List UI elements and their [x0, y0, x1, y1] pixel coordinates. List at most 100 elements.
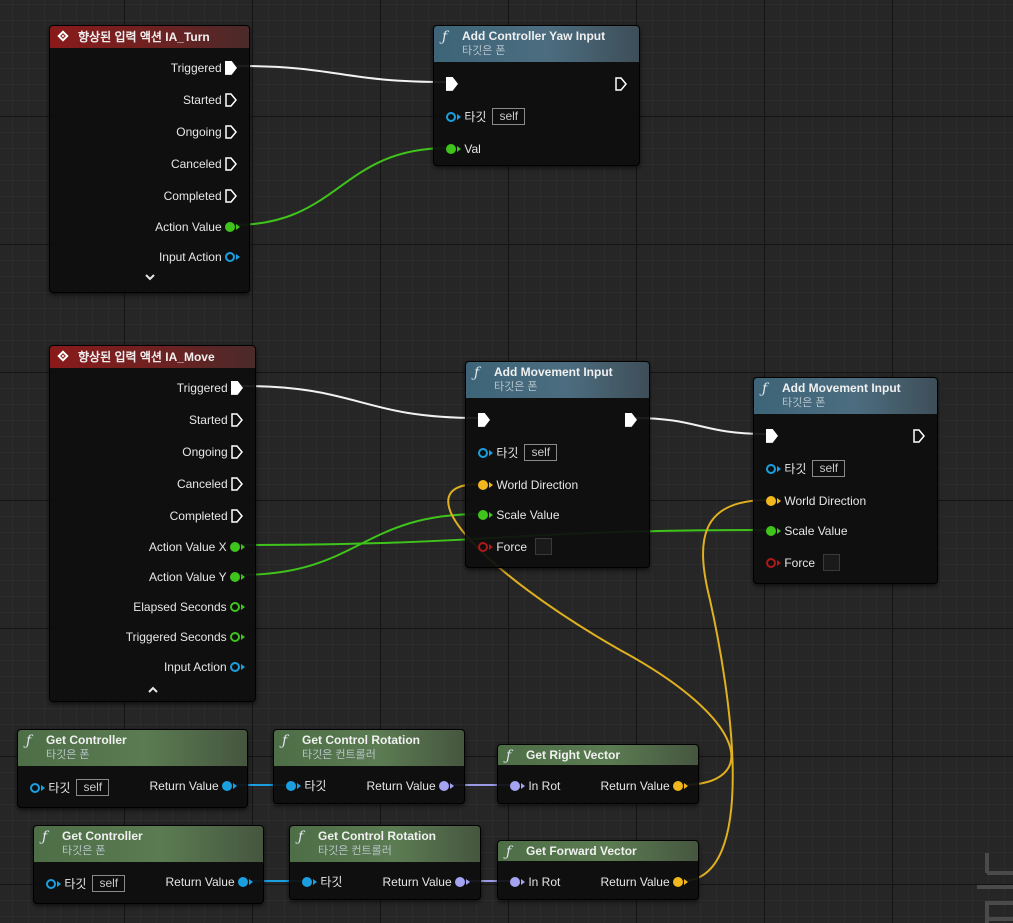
object-pin-icon[interactable]: [222, 780, 232, 791]
function-node-add-movement-input-1[interactable]: ƒ Add Movement Input 타깃은 폰 타깃 self World …: [465, 361, 650, 568]
target-self-field[interactable]: self: [492, 108, 526, 126]
float-pin-icon[interactable]: [230, 571, 240, 582]
float-pin-icon[interactable]: [230, 541, 240, 552]
pure-node-get-controller-1[interactable]: ƒ Get Controller 타깃은 폰 타깃 self Return Val…: [17, 729, 248, 808]
object-pin-icon[interactable]: [30, 782, 40, 793]
pin-exec-out[interactable]: [615, 74, 627, 92]
float-pin-icon[interactable]: [766, 525, 776, 536]
chevron-up-icon[interactable]: [147, 684, 159, 698]
rotator-pin-icon[interactable]: [510, 876, 520, 887]
pure-node-get-forward-vector[interactable]: ƒ Get Forward Vector In Rot Return Value: [497, 840, 699, 900]
vector-pin-icon[interactable]: [673, 780, 683, 791]
pin-triggered[interactable]: Triggered: [171, 58, 237, 76]
float-pin-icon[interactable]: [230, 631, 240, 642]
pin-in-rot[interactable]: In Rot: [510, 872, 560, 890]
pin-input-action[interactable]: Input Action: [159, 247, 240, 265]
float-pin-icon[interactable]: [478, 509, 488, 520]
pin-in-rot[interactable]: In Rot: [510, 776, 560, 794]
pin-elapsed-seconds[interactable]: Elapsed Seconds: [133, 597, 245, 615]
exec-pin-hollow-icon[interactable]: [231, 477, 243, 491]
vector-pin-icon[interactable]: [478, 479, 488, 490]
exec-pin-hollow-icon[interactable]: [231, 445, 243, 459]
pin-triggered-seconds[interactable]: Triggered Seconds: [126, 627, 245, 645]
pin-canceled[interactable]: Canceled: [177, 474, 243, 492]
vector-pin-icon[interactable]: [673, 876, 683, 887]
pin-completed[interactable]: Completed: [170, 506, 243, 524]
pin-val[interactable]: Val: [446, 139, 481, 157]
pin-input-action[interactable]: Input Action: [164, 657, 245, 675]
exec-pin-hollow-icon[interactable]: [231, 509, 243, 523]
function-node-add-movement-input-2[interactable]: ƒ Add Movement Input 타깃은 폰 타깃 self World …: [753, 377, 938, 584]
pin-scale-value[interactable]: Scale Value: [478, 505, 560, 523]
target-self-field[interactable]: self: [76, 779, 110, 797]
pin-world-direction[interactable]: World Direction: [766, 491, 866, 509]
pure-node-get-control-rotation-1[interactable]: ƒ Get Control Rotation 타깃은 컨트롤러 타깃 Retur…: [273, 729, 465, 804]
object-pin-icon[interactable]: [446, 111, 456, 122]
force-checkbox[interactable]: [535, 538, 553, 556]
pin-completed[interactable]: Completed: [164, 186, 237, 204]
pin-world-direction[interactable]: World Direction: [478, 475, 578, 493]
function-node-add-controller-yaw-input[interactable]: ƒ Add Controller Yaw Input 타깃은 폰 타깃 self …: [433, 25, 640, 166]
pin-target[interactable]: 타깃 self: [446, 107, 526, 126]
pin-target[interactable]: 타깃 self: [766, 459, 846, 478]
pin-triggered[interactable]: Triggered: [177, 378, 243, 396]
object-pin-icon[interactable]: [478, 447, 488, 458]
pin-canceled[interactable]: Canceled: [171, 154, 237, 172]
pin-action-value[interactable]: Action Value: [155, 217, 240, 235]
pure-node-get-control-rotation-2[interactable]: ƒ Get Control Rotation 타깃은 컨트롤러 타깃 Retur…: [289, 825, 481, 900]
pin-target[interactable]: 타깃 self: [30, 778, 110, 797]
pure-node-get-controller-2[interactable]: ƒ Get Controller 타깃은 폰 타깃 self Return Val…: [33, 825, 264, 904]
target-self-field[interactable]: self: [92, 875, 126, 893]
pin-return-value[interactable]: Return Value: [367, 776, 454, 794]
object-pin-icon[interactable]: [286, 780, 296, 791]
bool-pin-icon[interactable]: [766, 557, 776, 568]
exec-pin-hollow-icon[interactable]: [913, 429, 925, 443]
pin-target[interactable]: 타깃: [302, 872, 342, 890]
exec-pin-icon[interactable]: [225, 60, 237, 75]
force-checkbox[interactable]: [823, 554, 841, 572]
object-pin-icon[interactable]: [766, 463, 776, 474]
object-pin-icon[interactable]: [230, 661, 240, 672]
float-pin-icon[interactable]: [446, 143, 456, 154]
exec-pin-icon[interactable]: [766, 428, 778, 443]
exec-pin-hollow-icon[interactable]: [225, 189, 237, 203]
pin-target[interactable]: 타깃 self: [478, 443, 558, 462]
event-node-ia-turn[interactable]: 향상된 입력 액션 IA_Turn Triggered Started Ongo…: [49, 25, 250, 293]
pin-return-value[interactable]: Return Value: [150, 776, 237, 794]
rotator-pin-icon[interactable]: [439, 780, 449, 791]
float-pin-icon[interactable]: [225, 221, 235, 232]
pin-action-value-y[interactable]: Action Value Y: [149, 567, 245, 585]
exec-pin-hollow-icon[interactable]: [225, 125, 237, 139]
pin-return-value[interactable]: Return Value: [383, 872, 470, 890]
object-pin-icon[interactable]: [302, 876, 312, 887]
pin-target[interactable]: 타깃: [286, 776, 326, 794]
pin-action-value-x[interactable]: Action Value X: [149, 537, 245, 555]
pin-started[interactable]: Started: [183, 90, 237, 108]
pin-target[interactable]: 타깃 self: [46, 874, 126, 893]
pin-ongoing[interactable]: Ongoing: [176, 122, 237, 140]
vector-pin-icon[interactable]: [766, 495, 776, 506]
rotator-pin-icon[interactable]: [455, 876, 465, 887]
pin-return-value[interactable]: Return Value: [601, 872, 688, 890]
exec-pin-hollow-icon[interactable]: [225, 93, 237, 107]
target-self-field[interactable]: self: [812, 460, 846, 478]
pin-scale-value[interactable]: Scale Value: [766, 521, 848, 539]
exec-pin-hollow-icon[interactable]: [231, 413, 243, 427]
pure-node-get-right-vector[interactable]: ƒ Get Right Vector In Rot Return Value: [497, 744, 699, 804]
exec-pin-hollow-icon[interactable]: [225, 157, 237, 171]
exec-pin-icon[interactable]: [231, 380, 243, 395]
pin-ongoing[interactable]: Ongoing: [182, 442, 243, 460]
pin-exec-in[interactable]: [446, 74, 458, 92]
pin-force[interactable]: Force: [478, 537, 553, 556]
exec-pin-icon[interactable]: [478, 412, 490, 427]
object-pin-icon[interactable]: [46, 878, 56, 889]
pin-force[interactable]: Force: [766, 553, 841, 572]
exec-pin-icon[interactable]: [625, 412, 637, 427]
exec-pin-hollow-icon[interactable]: [615, 77, 627, 91]
pin-return-value[interactable]: Return Value: [166, 872, 253, 890]
rotator-pin-icon[interactable]: [510, 780, 520, 791]
pin-started[interactable]: Started: [189, 410, 243, 428]
pin-exec-in[interactable]: [478, 410, 490, 428]
target-self-field[interactable]: self: [524, 444, 558, 462]
pin-exec-out[interactable]: [625, 410, 637, 428]
